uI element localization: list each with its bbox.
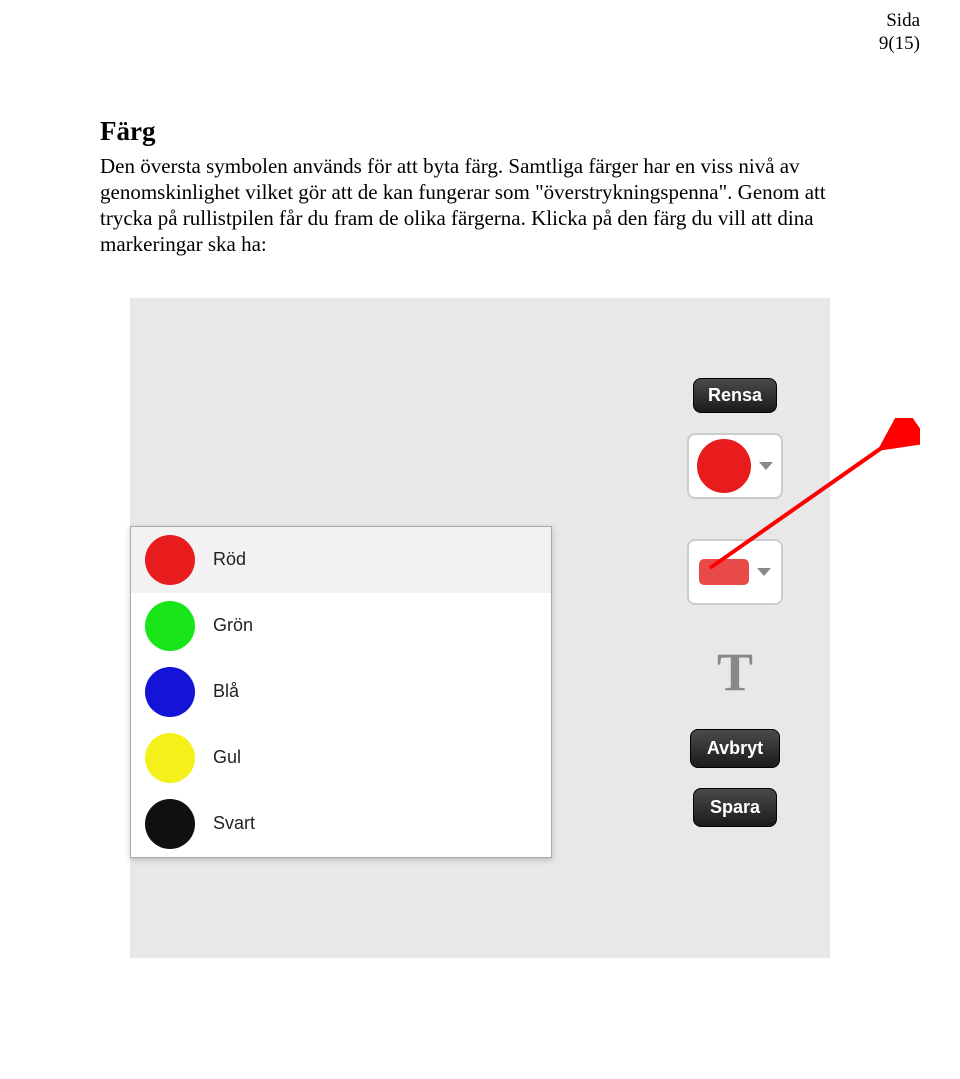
cancel-button[interactable]: Avbryt — [690, 729, 780, 768]
color-swatch-icon — [145, 733, 195, 783]
color-option[interactable]: Gul — [131, 725, 551, 791]
page-header: Sida 9(15) — [0, 0, 960, 56]
section-body: Den översta symbolen används för att byt… — [100, 153, 860, 258]
current-color-swatch — [697, 439, 751, 493]
color-option[interactable]: Blå — [131, 659, 551, 725]
chevron-down-icon — [759, 462, 773, 470]
current-shape-swatch — [699, 559, 749, 585]
content: Färg Den översta symbolen används för at… — [0, 56, 960, 958]
chevron-down-icon — [757, 568, 771, 576]
color-option[interactable]: Svart — [131, 791, 551, 857]
tool-panel: Rensa T Avbryt Spara — [670, 298, 800, 847]
figure: Rensa T Avbryt Spara Röd Grön Blå Gul Svart — [130, 298, 830, 958]
save-button[interactable]: Spara — [693, 788, 777, 827]
color-option-label: Grön — [213, 615, 253, 636]
text-tool-button[interactable]: T — [687, 645, 783, 699]
color-swatch-icon — [145, 667, 195, 717]
page-label: Sida — [0, 10, 920, 33]
color-option-label: Svart — [213, 813, 255, 834]
color-swatch-icon — [145, 535, 195, 585]
page-number: 9(15) — [0, 33, 920, 56]
shape-picker-button[interactable] — [687, 539, 783, 605]
color-swatch-icon — [145, 601, 195, 651]
color-picker-button[interactable] — [687, 433, 783, 499]
color-dropdown: Röd Grön Blå Gul Svart — [130, 526, 552, 858]
color-option[interactable]: Röd — [131, 527, 551, 593]
color-swatch-icon — [145, 799, 195, 849]
section-title: Färg — [100, 116, 860, 147]
color-option[interactable]: Grön — [131, 593, 551, 659]
color-option-label: Gul — [213, 747, 241, 768]
color-option-label: Röd — [213, 549, 246, 570]
clear-button[interactable]: Rensa — [693, 378, 777, 413]
color-option-label: Blå — [213, 681, 239, 702]
